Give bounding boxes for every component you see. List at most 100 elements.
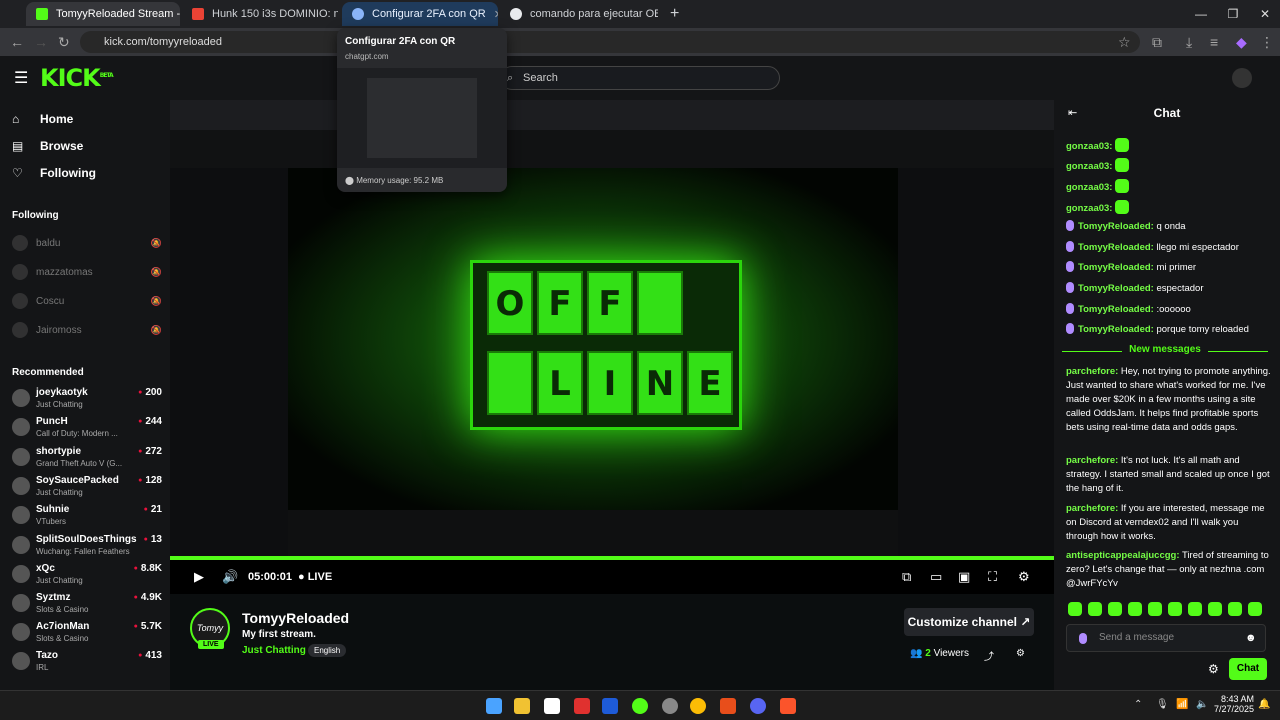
- url-bar[interactable]: kick.com/tomyyreloaded: [80, 31, 1140, 53]
- emote-icon[interactable]: [1248, 602, 1262, 616]
- emote-icon[interactable]: [1208, 602, 1222, 616]
- avatar: [12, 623, 30, 641]
- language-tag[interactable]: English: [308, 644, 347, 657]
- recommended-item[interactable]: SuhnieVTubers21: [12, 504, 162, 532]
- search-input[interactable]: ⌕ Search: [500, 66, 780, 90]
- captured-browser-chrome: [170, 100, 1054, 130]
- following-item[interactable]: baldu 🔕: [12, 235, 162, 251]
- emote-icon[interactable]: [1148, 602, 1162, 616]
- notification-bell-icon[interactable]: 🔔: [1258, 699, 1270, 710]
- emote-icon[interactable]: [1108, 602, 1122, 616]
- pip-icon[interactable]: ⧉: [902, 569, 911, 585]
- broadcaster-mic-icon: [1066, 282, 1074, 293]
- notification-off-icon: 🔕: [150, 295, 162, 306]
- brave-icon[interactable]: [780, 698, 796, 714]
- following-item[interactable]: Coscu 🔕: [12, 293, 162, 309]
- reading-list-icon[interactable]: ≡: [1210, 34, 1218, 50]
- broadcaster-mic-icon: [1066, 303, 1074, 314]
- tab-gmail[interactable]: Hunk 150 i3s DOMINIO: no po ✕: [182, 2, 338, 26]
- nav-following[interactable]: ♡ Following: [12, 166, 96, 180]
- profile-icon[interactable]: ◆: [1236, 34, 1247, 51]
- forward-icon[interactable]: →: [34, 34, 48, 50]
- play-icon[interactable]: ▶: [194, 569, 204, 585]
- discord-icon[interactable]: [750, 698, 766, 714]
- nav-home[interactable]: ⌂ Home: [12, 112, 73, 126]
- tray-chevron-up-icon[interactable]: ⌃: [1134, 699, 1142, 710]
- gmail-favicon-icon: [192, 8, 204, 20]
- mic-badge-icon: [1079, 633, 1087, 644]
- recommended-item[interactable]: PuncHCall of Duty: Modern ...244: [12, 416, 162, 444]
- fullscreen-icon[interactable]: ⛶: [988, 569, 997, 585]
- theater-mode-icon[interactable]: ▭: [930, 569, 942, 585]
- emote-icon[interactable]: [1088, 602, 1102, 616]
- clip-icon[interactable]: ▣: [958, 569, 970, 585]
- hamburger-menu-icon[interactable]: ☰: [14, 68, 28, 88]
- reload-icon[interactable]: ↻: [58, 34, 70, 51]
- user-settings-icon[interactable]: ⚙: [1016, 648, 1025, 659]
- emoji-picker-icon[interactable]: ☻: [1245, 625, 1257, 651]
- kick-header: ☰ KICKBETA ⌕ Search: [0, 56, 1280, 100]
- chat-settings-gear-icon[interactable]: ⚙: [1208, 662, 1219, 676]
- sign-letter: I: [587, 351, 633, 415]
- chat-message-input[interactable]: Send a message ☻: [1066, 624, 1266, 652]
- tab-chatgpt[interactable]: Configurar 2FA con QR ✕: [342, 2, 498, 26]
- speaker-icon[interactable]: 🔈: [1196, 699, 1208, 710]
- user-avatar[interactable]: [1232, 68, 1252, 88]
- close-window-icon[interactable]: ✕: [1250, 4, 1280, 24]
- customize-channel-button[interactable]: Customize channel ↗: [904, 608, 1034, 636]
- recommended-item[interactable]: SyztmzSlots & Casino4.9K: [12, 592, 162, 620]
- recommended-item[interactable]: Ac7ionManSlots & Casino5.7K: [12, 621, 162, 649]
- emote-icon[interactable]: [1128, 602, 1142, 616]
- clock[interactable]: 8:43 AM 7/27/2025: [1214, 694, 1254, 714]
- recommended-item[interactable]: TazoIRL413: [12, 650, 162, 678]
- recommended-item[interactable]: shortypieGrand Theft Auto V (G...272: [12, 446, 162, 474]
- notepad-icon[interactable]: [544, 698, 560, 714]
- emote-icon[interactable]: [1068, 602, 1082, 616]
- download-icon[interactable]: ⤓: [1186, 34, 1192, 51]
- minimize-icon[interactable]: —: [1186, 4, 1216, 24]
- recommended-item[interactable]: SoySaucePackedJust Chatting128: [12, 475, 162, 503]
- nav-browse[interactable]: ▤ Browse: [12, 139, 83, 153]
- chrome-icon[interactable]: [690, 698, 706, 714]
- viewer-count: 👥 2 Viewers: [910, 648, 969, 659]
- emote-icon[interactable]: [1168, 602, 1182, 616]
- obs-icon[interactable]: [662, 698, 678, 714]
- stream-category[interactable]: Just Chatting: [242, 645, 306, 656]
- new-messages-divider[interactable]: New messages: [1062, 344, 1268, 358]
- memory-usage: ⬤ Memory usage: 95.2 MB: [345, 176, 444, 185]
- emote-icon[interactable]: [1188, 602, 1202, 616]
- channel-name[interactable]: TomyyReloaded: [242, 610, 349, 626]
- mic-tray-icon[interactable]: 🎙: [1156, 699, 1169, 710]
- spotify-icon[interactable]: [632, 698, 648, 714]
- recommended-item[interactable]: joeykaotykJust Chatting200: [12, 387, 162, 415]
- recommended-item[interactable]: SplitSoulDoesThings Wuchang: Fallen Feath…: [12, 534, 162, 562]
- volume-icon[interactable]: 🔊: [222, 569, 238, 585]
- following-item[interactable]: mazzatomas 🔕: [12, 264, 162, 280]
- new-tab-button[interactable]: +: [660, 2, 684, 26]
- following-item[interactable]: Jairomoss 🔕: [12, 322, 162, 338]
- send-chat-button[interactable]: Chat: [1229, 658, 1267, 680]
- settings-gear-icon[interactable]: ⚙: [1018, 569, 1030, 585]
- extensions-icon[interactable]: ⧉: [1152, 34, 1162, 51]
- tab-kick[interactable]: TomyyReloaded Stream - Watch ✕: [26, 2, 180, 26]
- menu-dots-icon[interactable]: ⋮: [1260, 34, 1274, 51]
- app-icon[interactable]: [602, 698, 618, 714]
- network-icon[interactable]: 📶: [1176, 699, 1188, 710]
- bookmark-star-icon[interactable]: ☆: [1118, 34, 1131, 51]
- stream-title: My first stream.: [242, 629, 316, 640]
- start-windows-icon[interactable]: [486, 698, 502, 714]
- wps-office-icon[interactable]: [574, 698, 590, 714]
- emote-icon[interactable]: [1228, 602, 1242, 616]
- viewers-icon: 👥: [910, 648, 923, 659]
- kick-logo[interactable]: KICKBETA: [40, 64, 114, 92]
- close-icon[interactable]: ✕: [486, 8, 498, 21]
- share-icon[interactable]: ⤴: [984, 648, 994, 663]
- video-player[interactable]: O F F L I N E ▶ 🔊 05:00:01 ● LIVE ⧉ ▭ ▣: [170, 100, 1054, 594]
- stream-capture-video: O F F L I N E: [170, 100, 1054, 560]
- back-icon[interactable]: ←: [10, 34, 24, 50]
- recommended-item[interactable]: xQcJust Chatting8.8K: [12, 563, 162, 591]
- file-explorer-icon[interactable]: [514, 698, 530, 714]
- maximize-icon[interactable]: ❐: [1218, 4, 1248, 24]
- tab-google[interactable]: comando para ejecutar OBS TR ✕: [500, 2, 658, 26]
- capcut-icon[interactable]: [720, 698, 736, 714]
